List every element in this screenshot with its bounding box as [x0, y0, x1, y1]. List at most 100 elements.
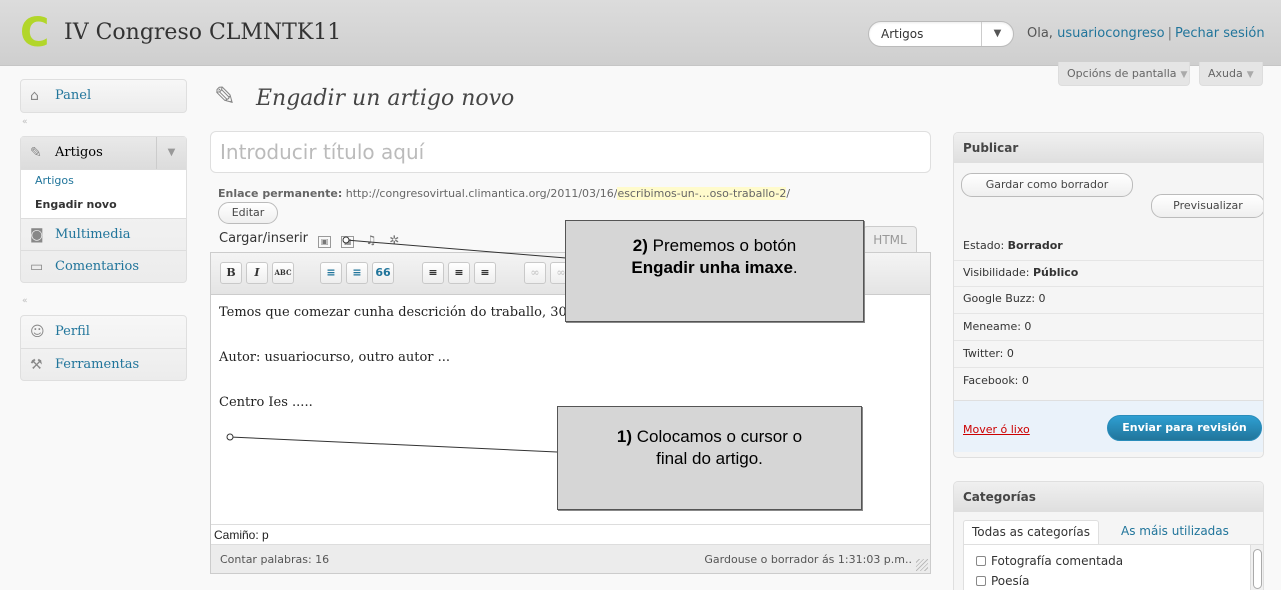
permalink-base: http://congresovirtual.climantica.org/20… — [345, 187, 618, 200]
status-value: Borrador — [1007, 239, 1063, 252]
chevron-down-icon[interactable]: ▼ — [156, 137, 186, 169]
blockquote-button[interactable]: 66 — [372, 262, 394, 284]
tab-most-used[interactable]: As máis utilizadas — [1113, 520, 1237, 544]
submit-for-review-button[interactable]: Enviar para revisión — [1107, 415, 1262, 441]
menu-posts: ✎ Artigos ▼ Artigos Engadir novo ◙ Multi… — [20, 136, 187, 283]
scrollbar-thumb[interactable] — [1253, 549, 1262, 589]
meneame-count: Meneame: 0 — [963, 320, 1032, 333]
menu-item-profile[interactable]: ☺ Perfil — [21, 316, 186, 348]
checkbox[interactable] — [976, 576, 986, 586]
callout-text: . — [792, 258, 798, 277]
checkbox[interactable] — [976, 556, 986, 566]
google-buzz-count: Google Buzz: 0 — [963, 292, 1046, 305]
add-audio-icon[interactable]: ♫ — [364, 234, 377, 247]
username-link[interactable]: usuariocongreso — [1057, 26, 1165, 41]
menu-label: Ferramentas — [55, 357, 140, 372]
menu-item-posts[interactable]: ✎ Artigos ▼ — [21, 137, 186, 169]
chevron-down-icon[interactable]: ▼ — [981, 22, 1013, 46]
favorite-actions-label: Artigos — [881, 27, 924, 41]
category-item[interactable]: Fotografía comentada — [976, 554, 1123, 568]
help-label: Axuda — [1208, 67, 1243, 80]
menu-item-media[interactable]: ◙ Multimedia — [21, 218, 186, 250]
link-button[interactable]: ∞ — [524, 262, 546, 284]
callout-number: 2) — [632, 236, 648, 255]
page-title: Engadir un artigo novo — [256, 86, 515, 111]
favorite-actions-select[interactable]: Artigos ▼ — [868, 21, 1014, 47]
menu-item-panel[interactable]: ⌂ Panel — [21, 80, 186, 112]
align-center-button[interactable]: ≡ — [448, 262, 470, 284]
category-checklist: Fotografía comentada Poesía — [963, 544, 1263, 590]
screen-options-label: Opcións de pantalla — [1067, 67, 1177, 80]
align-right-button[interactable]: ≡ — [474, 262, 496, 284]
visibility-label: Visibilidade: — [963, 266, 1030, 279]
users-icon: ☺ — [30, 324, 45, 340]
visibility-value: Público — [1032, 266, 1079, 279]
bullet-list-button[interactable]: ≡ — [320, 262, 342, 284]
site-title[interactable]: IV Congreso CLMNTK11 — [64, 20, 341, 45]
help-button[interactable]: Axuda ▼ — [1199, 62, 1263, 86]
tab-all-categories[interactable]: Todas as categorías — [963, 520, 1099, 544]
add-video-icon[interactable]: ▦ — [341, 236, 355, 248]
permalink: Enlace permanente: http://congresovirtua… — [218, 187, 790, 200]
permalink-end: / — [786, 187, 791, 200]
move-to-trash-link[interactable]: Mover ó lixo — [963, 423, 1030, 436]
preview-button[interactable]: Previsualizar — [1151, 194, 1263, 218]
chevron-down-icon: ▼ — [1246, 70, 1254, 80]
word-count: Contar palabras: 16 — [220, 553, 330, 566]
twitter-count: Twitter: 0 — [963, 347, 1014, 360]
comment-icon: ▭ — [30, 259, 44, 275]
pushpin-icon: ✎ — [30, 145, 42, 161]
category-label: Poesía — [991, 574, 1030, 588]
resize-handle[interactable] — [916, 559, 928, 571]
editor-status-bar: Contar palabras: 16 Gardouse o borrador … — [211, 544, 930, 573]
publish-actions: Mover ó lixo Enviar para revisión — [954, 400, 1263, 452]
align-left-button[interactable]: ≡ — [422, 262, 444, 284]
menu-label: Panel — [55, 88, 92, 103]
categories-heading[interactable]: Categorías — [954, 482, 1263, 512]
category-item[interactable]: Poesía — [976, 574, 1029, 588]
callout-cursor: 1) Colocamos o cursor o final do artigo. — [557, 406, 862, 510]
post-title-input[interactable] — [211, 132, 930, 172]
facebook-count: Facebook: 0 — [963, 374, 1029, 387]
submenu-item-add-new[interactable]: Engadir novo — [21, 194, 186, 218]
bold-button[interactable]: B — [220, 262, 242, 284]
edit-permalink-button[interactable]: Editar — [218, 202, 278, 224]
screen-options-button[interactable]: Opcións de pantalla ▼ — [1058, 62, 1190, 86]
italic-button[interactable]: I — [246, 262, 268, 284]
permalink-slug[interactable]: escribimos-un-…oso-traballo-2 — [617, 187, 787, 200]
publish-heading[interactable]: Publicar — [954, 133, 1263, 163]
menu-label: Comentarios — [55, 259, 140, 274]
callout-text: Colocamos o cursor o — [636, 427, 803, 446]
status-label: Estado: — [963, 239, 1005, 252]
menu-label: Perfil — [55, 324, 90, 339]
menu-panel[interactable]: ⌂ Panel — [20, 79, 187, 113]
editor-path: Camiño: p — [211, 524, 930, 544]
post-title-field[interactable] — [210, 131, 931, 173]
autosave-status: Gardouse o borrador ás 1:31:03 p.m.. — [704, 553, 912, 566]
menu-collapse-arrow[interactable]: « — [22, 296, 28, 306]
categories-box: Categorías Todas as categorías As máis u… — [953, 481, 1264, 590]
chevron-down-icon: ▼ — [1180, 70, 1188, 80]
permalink-label: Enlace permanente: — [218, 187, 343, 200]
add-media-icon[interactable]: ✲ — [388, 234, 401, 247]
strikethrough-button[interactable]: ABC — [272, 262, 294, 284]
callout-number: 1) — [616, 427, 633, 446]
posts-submenu: Artigos Engadir novo — [21, 169, 186, 218]
category-label: Fotografía comentada — [991, 554, 1124, 568]
save-draft-button[interactable]: Gardar como borrador — [961, 173, 1133, 197]
submenu-item-posts[interactable]: Artigos — [21, 170, 186, 194]
add-image-icon[interactable]: ▣ — [318, 236, 332, 248]
menu-item-tools[interactable]: ⚒ Ferramentas — [21, 348, 186, 380]
logout-link[interactable]: Pechar sesión — [1175, 26, 1265, 41]
category-tabs: Todas as categorías As máis utilizadas — [963, 520, 1253, 544]
menu-item-comments[interactable]: ▭ Comentarios — [21, 250, 186, 282]
publish-box: Publicar Gardar como borrador Previsuali… — [953, 132, 1264, 458]
scrollbar[interactable] — [1250, 545, 1263, 590]
status-row: Estado: Borrador — [963, 239, 1063, 252]
menu-collapse-arrow[interactable]: « — [22, 117, 28, 127]
menu-users: ☺ Perfil ⚒ Ferramentas — [20, 315, 187, 381]
numbered-list-button[interactable]: ≡ — [346, 262, 368, 284]
pushpin-icon: ✎ — [214, 82, 236, 112]
tab-html[interactable]: HTML — [863, 226, 917, 252]
callout-add-image: 2) Prememos o botón Engadir unha imaxe. — [565, 220, 864, 322]
